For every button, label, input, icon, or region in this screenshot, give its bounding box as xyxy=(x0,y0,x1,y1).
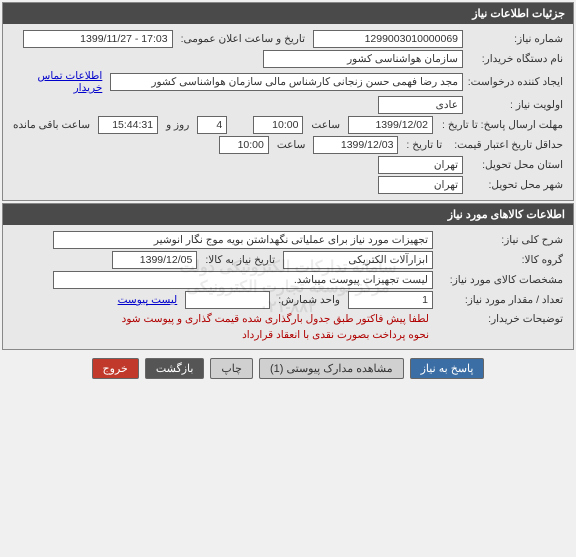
panel2-header: اطلاعات کالاهای مورد نیاز xyxy=(3,204,573,225)
group-label: گروه کالا: xyxy=(437,252,567,268)
notes-line1: لطفا پیش فاکتور طبق جدول بارگذاری شده قی… xyxy=(118,311,433,327)
print-button[interactable]: چاپ xyxy=(210,358,253,379)
city-field: تهران xyxy=(378,176,463,194)
requester-field: مجد رضا فهمی حسن زنجانی کارشناس مالی ساز… xyxy=(110,73,463,91)
time-remaining-field: 15:44:31 xyxy=(98,116,158,134)
panel2-body: سامانه تدارکات الکترونیکی دولت مرکز توسع… xyxy=(3,225,573,349)
desc-label: شرح کلی نیاز: xyxy=(437,232,567,248)
deadline-date-field: 1399/12/02 xyxy=(348,116,433,134)
remaining-label: ساعت باقی مانده xyxy=(9,117,94,133)
goods-info-panel: اطلاعات کالاهای مورد نیاز سامانه تدارکات… xyxy=(2,203,574,350)
days-label: روز و xyxy=(162,117,193,133)
qty-field: 1 xyxy=(348,291,433,309)
time-label-2: ساعت xyxy=(273,137,310,153)
buyer-contact-link[interactable]: اطلاعات تماس خریدار xyxy=(9,70,106,94)
desc-field: تجهیزات مورد نیاز برای عملیاتی نگهداشتن … xyxy=(53,231,433,249)
validity-to-label: تا تاریخ : xyxy=(402,137,446,153)
priority-label: اولویت نیاز : xyxy=(467,97,567,113)
attachment-list-link[interactable]: لیست پیوست xyxy=(114,294,182,306)
deadline-label: مهلت ارسال پاسخ: تا تاریخ : xyxy=(437,117,567,133)
need-date-field: 1399/12/05 xyxy=(112,251,197,269)
validity-date-field: 1399/12/03 xyxy=(313,136,398,154)
group-field: ابزارآلات الکتریکی xyxy=(283,251,433,269)
province-label: استان محل تحویل: xyxy=(467,157,567,173)
buyer-org-label: نام دستگاه خریدار: xyxy=(467,51,567,67)
requester-label: ایجاد کننده درخواست: xyxy=(467,74,567,90)
need-date-label: تاریخ نیاز به کالا: xyxy=(201,252,279,268)
spec-field: لیست تجهیزات پیوست میباشد. xyxy=(53,271,433,289)
action-bar: خروج بازگشت چاپ مشاهده مدارک پیوستی (1) … xyxy=(0,352,576,385)
notes-label: توضیحات خریدار: xyxy=(437,311,567,327)
days-remaining-field: 4 xyxy=(197,116,227,134)
buyer-notes: لطفا پیش فاکتور طبق جدول بارگذاری شده قی… xyxy=(118,311,433,343)
spec-label: مشخصات کالای مورد نیاز: xyxy=(437,272,567,288)
priority-field: عادی xyxy=(378,96,463,114)
announce-label: تاریخ و ساعت اعلان عمومی: xyxy=(177,31,309,47)
qty-label: تعداد / مقدار مورد نیاز: xyxy=(437,292,567,308)
need-number-label: شماره نیاز: xyxy=(467,31,567,47)
validity-label: حداقل تاریخ اعتبار قیمت: xyxy=(450,137,567,153)
announce-field: 17:03 - 1399/11/27 xyxy=(23,30,173,48)
unit-label: واحد شمارش: xyxy=(274,292,344,308)
need-details-panel: جزئیات اطلاعات نیاز شماره نیاز: 12990030… xyxy=(2,2,574,201)
exit-button[interactable]: خروج xyxy=(92,358,139,379)
validity-time-field: 10:00 xyxy=(219,136,269,154)
deadline-time-field: 10:00 xyxy=(253,116,303,134)
view-attachments-button[interactable]: مشاهده مدارک پیوستی (1) xyxy=(259,358,404,379)
province-field: تهران xyxy=(378,156,463,174)
respond-button[interactable]: پاسخ به نیاز xyxy=(410,358,485,379)
buyer-org-field: سازمان هواشناسی کشور xyxy=(263,50,463,68)
time-label-1: ساعت xyxy=(307,117,344,133)
panel1-header: جزئیات اطلاعات نیاز xyxy=(3,3,573,24)
back-button[interactable]: بازگشت xyxy=(145,358,205,379)
need-number-field: 1299003010000069 xyxy=(313,30,463,48)
notes-line2: نحوه پرداخت بصورت نقدی با انعقاد قرارداد xyxy=(118,327,433,343)
city-label: شهر محل تحویل: xyxy=(467,177,567,193)
panel1-body: شماره نیاز: 1299003010000069 تاریخ و ساع… xyxy=(3,24,573,200)
unit-field xyxy=(185,291,270,309)
